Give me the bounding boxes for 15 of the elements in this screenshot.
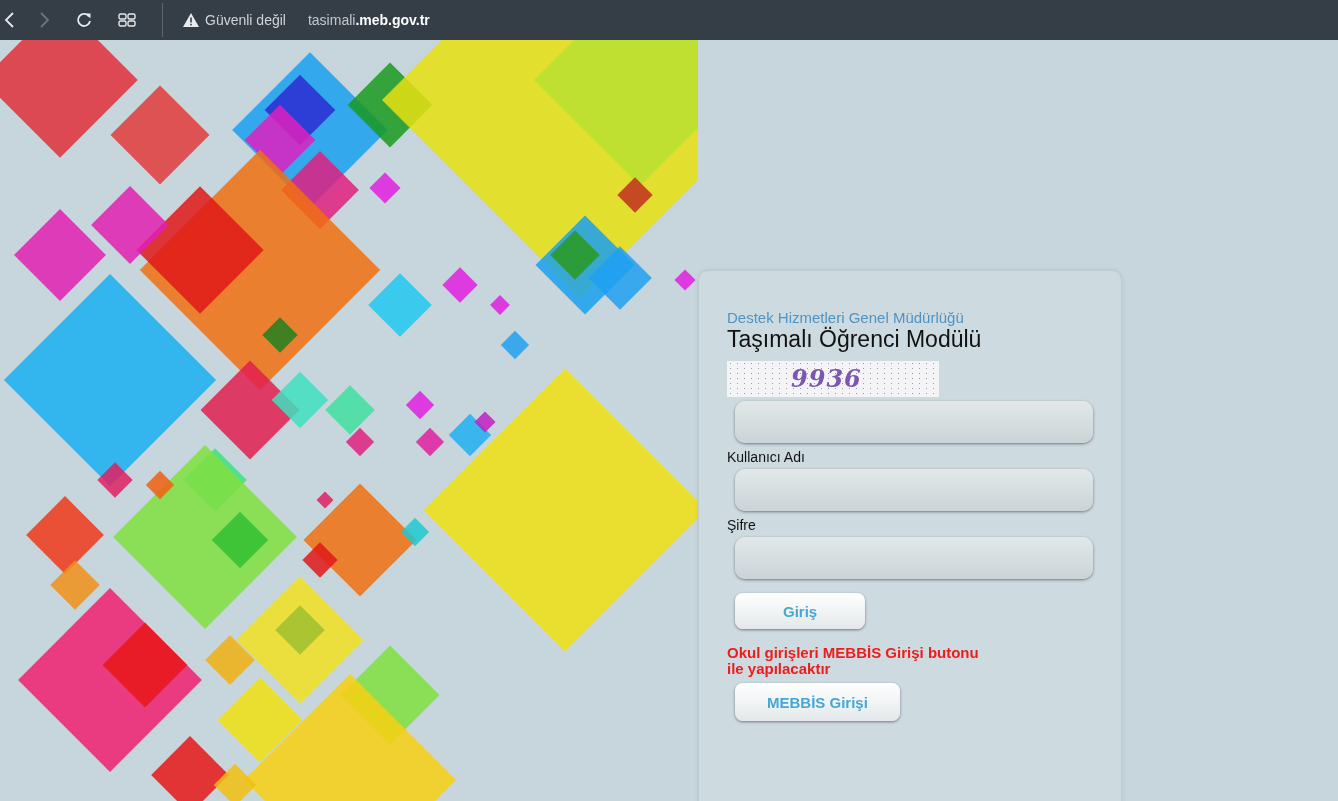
- field-label: Şifre: [727, 517, 757, 533]
- back-icon[interactable]: [4, 12, 14, 28]
- subtitle: Destek Hizmetleri Genel Müdürlüğü: [727, 309, 965, 326]
- reload-icon[interactable]: [76, 12, 92, 28]
- field-label: Kullanıcı Adı: [727, 449, 806, 465]
- module-title: Taşımalı Öğrenci Modülü: [727, 326, 983, 353]
- input-field[interactable]: [735, 469, 1093, 511]
- input-field[interactable]: [735, 537, 1093, 579]
- notice-text: Okul girişleri MEBBİS Girişi butonu ile yapılacaktır: [727, 645, 980, 677]
- input-field[interactable]: [735, 401, 1093, 443]
- security-label[interactable]: Güvenli değil: [205, 12, 286, 28]
- captcha-image: 9936: [727, 361, 939, 397]
- warning-icon[interactable]: [183, 13, 199, 27]
- apps-icon[interactable]: [118, 13, 136, 27]
- address-url[interactable]: tasimali.meb.gov.tr: [307, 12, 430, 28]
